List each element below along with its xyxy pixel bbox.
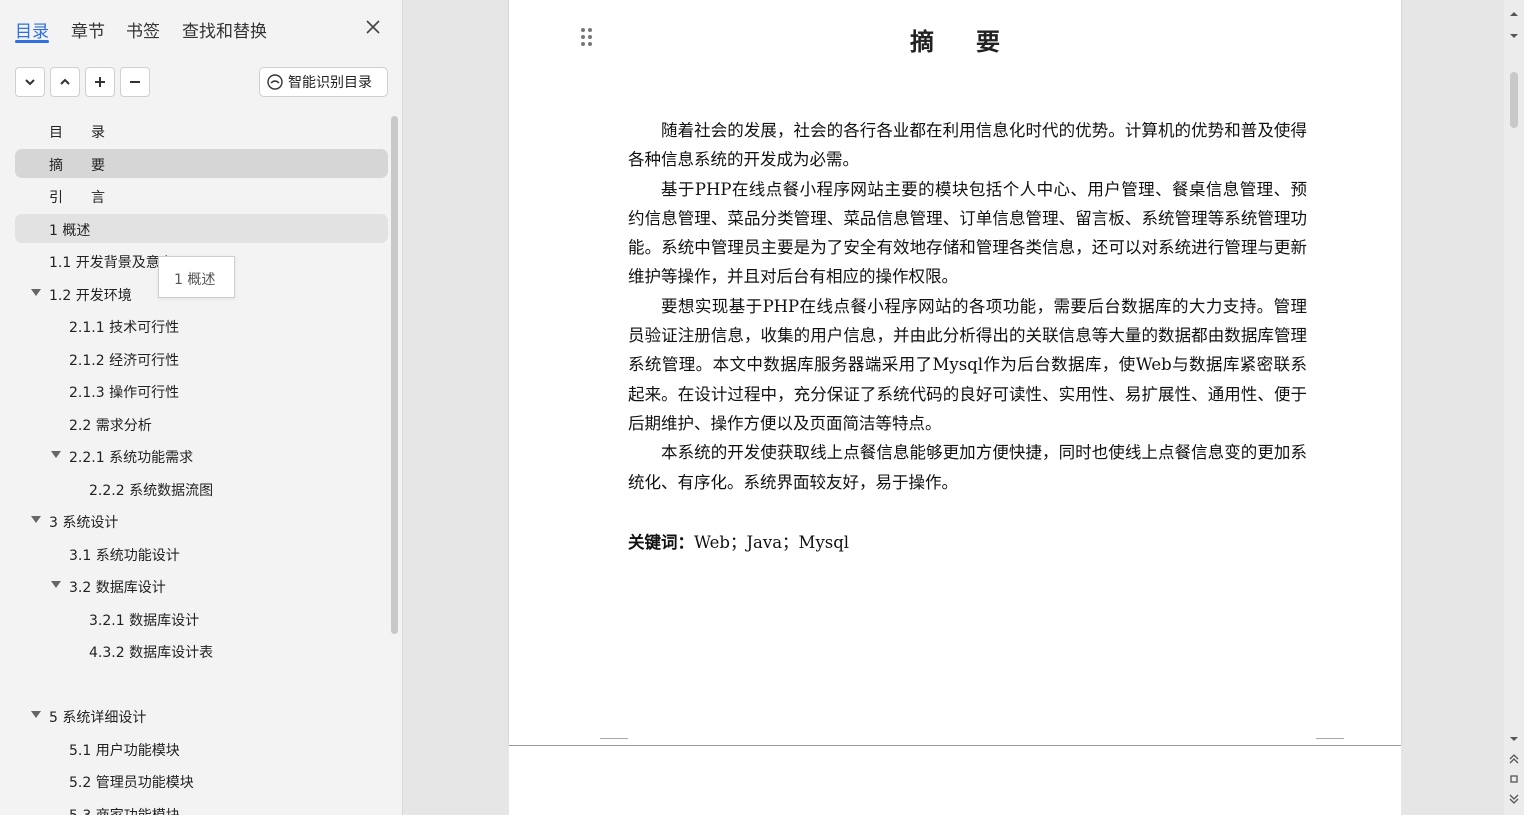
select-browse-object-icon[interactable]	[1508, 773, 1520, 785]
scroll-up-icon[interactable]	[1508, 8, 1520, 20]
previous-page-icon[interactable]	[1508, 753, 1520, 765]
close-icon	[366, 20, 380, 34]
toc-item-label: 3.1 系统功能设计	[69, 547, 180, 564]
toc-item[interactable]: 4.3.2 数据库设计表	[15, 636, 388, 665]
active-tab-indicator	[15, 40, 49, 43]
toc-item[interactable]: 2.1.3 操作可行性	[15, 376, 388, 405]
move-down-button[interactable]	[15, 67, 45, 97]
toc-item[interactable]: 2.2.2 系统数据流图	[15, 474, 388, 503]
tab-chapters[interactable]: 章节	[71, 17, 105, 42]
toc-item-label: 3 系统设计	[49, 515, 119, 531]
toc-item[interactable]: 摘 要	[15, 148, 388, 178]
toc-item[interactable]: 5.1 用户功能模块	[15, 734, 388, 763]
tab-bookmarks[interactable]: 书签	[126, 17, 160, 42]
page-title[interactable]: 摘要	[509, 22, 1401, 57]
expand-caret-icon[interactable]	[31, 516, 41, 523]
chevron-up-icon	[60, 78, 70, 85]
toc-item[interactable]: 目 录	[15, 116, 388, 145]
paragraph[interactable]: 随着社会的发展，社会的各行各业都在利用信息化时代的优势。计算机的优势和普及使得各…	[628, 116, 1307, 175]
toc-item[interactable]: 5 系统详细设计	[15, 701, 388, 730]
toc-item[interactable]: 1 概述	[15, 213, 388, 243]
document-page: 摘要 随着社会的发展，社会的各行各业都在利用信息化时代的优势。计算机的优势和普及…	[509, 0, 1401, 748]
toc-item[interactable]: 3.2.1 数据库设计	[15, 604, 388, 633]
toc-item[interactable]: 2.2 需求分析	[15, 409, 388, 438]
plus-icon	[95, 77, 105, 87]
toc-item-label: 5 系统详细设计	[49, 710, 147, 726]
next-page-icon[interactable]	[1508, 793, 1520, 805]
expand-caret-icon[interactable]	[31, 288, 41, 296]
toc-item-label: 摘 要	[49, 157, 105, 174]
paragraph[interactable]: 要想实现基于PHP在线点餐小程序网站的各项功能，需要后台数据库的大力支持。管理员…	[628, 292, 1307, 438]
toc-item-label: 1.1 开发背景及意义	[49, 255, 174, 271]
scrollbar-thumb[interactable]	[1510, 72, 1518, 128]
toc-item-label: 3.2.1 数据库设计	[89, 612, 200, 629]
toc-item[interactable]: 2.1.1 技术可行性	[15, 311, 388, 340]
toc-item[interactable]: 5.3 商家功能模块	[15, 799, 388, 815]
toc-item-label: 2.2.2 系统数据流图	[89, 482, 214, 499]
toc-item[interactable]: 2.1.2 经济可行性	[15, 344, 388, 373]
paragraph[interactable]: 基于PHP在线点餐小程序网站主要的模块包括个人中心、用户管理、餐桌信息管理、预约…	[628, 175, 1307, 292]
toc-item-label: 2.1.3 操作可行性	[69, 385, 180, 401]
expand-caret-icon[interactable]	[51, 581, 61, 588]
abstract-body[interactable]: 随着社会的发展，社会的各行各业都在利用信息化时代的优势。计算机的优势和普及使得各…	[628, 116, 1307, 497]
vertical-scrollbar[interactable]	[1504, 0, 1524, 815]
toc-item[interactable]: 引 言	[15, 181, 388, 210]
toc-item-label: 2.1.1 技术可行性	[69, 320, 180, 336]
toc-item-label: 1 概述	[49, 222, 91, 239]
scroll-down-icon[interactable]	[1508, 733, 1520, 745]
toc-item-label: 2.1.2 经济可行性	[69, 352, 180, 369]
toc-item[interactable]: 2.2.1 系统功能需求	[15, 441, 388, 470]
toc-item-label: 1.2 开发环境	[49, 287, 132, 304]
navigation-pane: 目录 章节 书签 查找和替换 智能识别目录 目 录摘 要引 言1 概述 1.1 开…	[0, 0, 403, 815]
toc-item[interactable]: 3 系统设计	[15, 506, 388, 535]
smart-toc-button[interactable]: 智能识别目录	[259, 67, 388, 97]
minus-icon	[130, 81, 140, 83]
toc-item[interactable]: 5.2 管理员功能模块	[15, 766, 388, 795]
tab-find-replace[interactable]: 查找和替换	[182, 17, 267, 42]
toc-item	[15, 669, 388, 698]
toc-item[interactable]: 3.1 系统功能设计	[15, 539, 388, 568]
toc-item-label: 5.1 用户功能模块	[69, 742, 180, 759]
toc-item-label: 4.3.2 数据库设计表	[89, 645, 214, 661]
smart-recognize-icon	[267, 74, 283, 90]
expand-caret-icon[interactable]	[51, 451, 61, 458]
toc-item-label: 3.2 数据库设计	[69, 580, 166, 596]
scroll-down-icon[interactable]	[1508, 30, 1520, 42]
toc-list: 目 录摘 要引 言1 概述 1.1 开发背景及意义 1.2 开发环境 2.1.1 技术…	[0, 116, 402, 815]
toc-item[interactable]: 3.2 数据库设计	[15, 571, 388, 600]
tooltip: 1 概述	[158, 256, 235, 298]
toc-item-label: 2.2 需求分析	[69, 417, 152, 434]
paragraph[interactable]: 本系统的开发使获取线上点餐信息能够更加方便快捷，同时也使线上点餐信息变的更加系统…	[628, 438, 1307, 497]
smart-toc-label: 智能识别目录	[288, 75, 372, 91]
toc-item-label: 5.2 管理员功能模块	[69, 775, 194, 791]
toc-item-label: 2.2.1 系统功能需求	[69, 450, 194, 466]
remove-heading-button[interactable]	[120, 67, 150, 97]
add-heading-button[interactable]	[85, 67, 115, 97]
keywords-value: Web；Java；Mysql	[694, 533, 850, 552]
toc-item-label: 5.3 商家功能模块	[69, 805, 180, 815]
expand-caret-icon[interactable]	[31, 711, 41, 718]
document-page-next	[509, 745, 1401, 815]
toc-item-label: 引 言	[49, 190, 105, 206]
toc-scrollbar[interactable]	[391, 116, 398, 634]
keywords-line[interactable]: 关键词：Web；Java；Mysql	[628, 529, 849, 553]
keywords-label: 关键词：	[628, 533, 694, 552]
chevron-down-icon	[25, 79, 35, 86]
move-up-button[interactable]	[50, 67, 80, 97]
document-canvas: 摘要 随着社会的发展，社会的各行各业都在利用信息化时代的优势。计算机的优势和普及…	[404, 0, 1504, 815]
nav-tabs: 目录 章节 书签 查找和替换	[0, 0, 402, 56]
toc-item-label: 目 录	[49, 125, 105, 141]
tab-toc[interactable]: 目录	[15, 17, 49, 42]
close-pane-button[interactable]	[362, 16, 384, 38]
